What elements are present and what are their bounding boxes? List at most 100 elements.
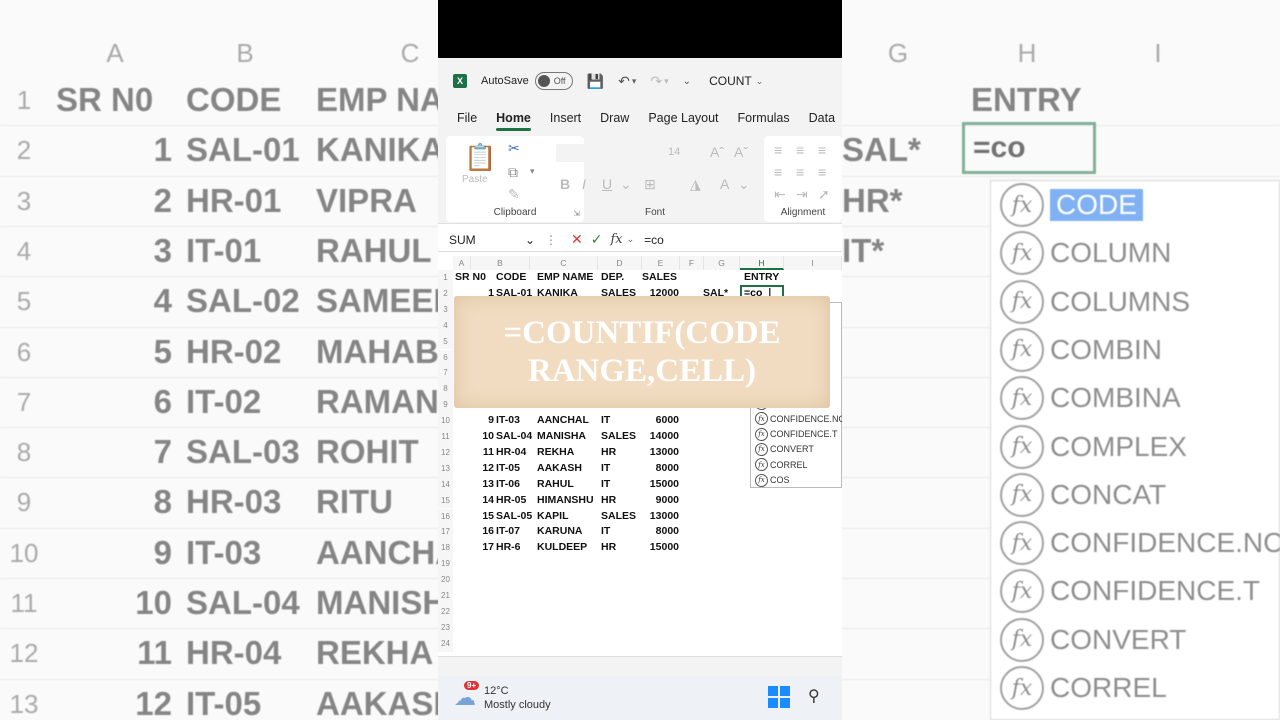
column-header-d[interactable]: D bbox=[598, 256, 642, 270]
italic-icon[interactable]: I bbox=[582, 176, 586, 192]
name-box-caret-icon[interactable]: ⌄ bbox=[525, 233, 535, 247]
cell-sales[interactable]: 15000 bbox=[638, 541, 679, 553]
undo-icon[interactable]: ↶ bbox=[618, 73, 630, 90]
cell-code[interactable]: IT-07 bbox=[496, 525, 520, 537]
cancel-icon[interactable]: ✕ bbox=[571, 231, 583, 248]
row-header-20[interactable]: 20 bbox=[438, 572, 453, 588]
row-header-7[interactable]: 7 bbox=[438, 365, 453, 382]
header-sales[interactable]: SALES bbox=[642, 271, 677, 283]
cell-sr[interactable]: 13 bbox=[474, 478, 494, 490]
formula-input[interactable]: =co bbox=[644, 233, 664, 247]
cell-sr[interactable]: 15 bbox=[474, 510, 494, 522]
copy-icon[interactable]: ⧉ bbox=[508, 164, 518, 181]
undo-caret-icon[interactable]: ▾ bbox=[632, 76, 637, 87]
borders-icon[interactable]: ⊞ bbox=[644, 176, 656, 193]
autosave-toggle[interactable]: Off bbox=[534, 72, 573, 90]
copy-caret-icon[interactable]: ▾ bbox=[530, 166, 535, 177]
tab-home[interactable]: Home bbox=[496, 111, 531, 131]
increase-indent-icon[interactable]: ⇥ bbox=[796, 186, 808, 203]
font-name-box[interactable] bbox=[556, 144, 660, 162]
column-header-g[interactable]: G bbox=[704, 256, 740, 270]
cell-code[interactable]: IT-05 bbox=[496, 462, 520, 474]
row-header-4[interactable]: 4 bbox=[438, 317, 453, 334]
cell-dep[interactable]: IT bbox=[601, 525, 610, 537]
row-header-19[interactable]: 19 bbox=[438, 556, 453, 573]
column-header-c[interactable]: C bbox=[530, 256, 598, 270]
cell-name[interactable]: KULDEEP bbox=[537, 541, 587, 553]
file-name[interactable]: COUNT bbox=[709, 74, 752, 88]
decrease-font-icon[interactable]: Aˇ bbox=[734, 144, 748, 160]
row-header-8[interactable]: 8 bbox=[438, 381, 453, 398]
cell-code[interactable]: SAL-05 bbox=[496, 510, 532, 522]
cell-dep[interactable]: IT bbox=[601, 414, 610, 426]
cell-name[interactable]: HIMANSHU bbox=[537, 494, 594, 506]
row-header-5[interactable]: 5 bbox=[438, 333, 453, 350]
decrease-indent-icon[interactable]: ⇤ bbox=[774, 186, 786, 203]
row-header-1[interactable]: 1 bbox=[438, 270, 453, 286]
redo-icon[interactable]: ↷ bbox=[650, 73, 662, 90]
cell-sr[interactable]: 16 bbox=[474, 525, 494, 537]
file-name-caret-icon[interactable]: ⌄ bbox=[756, 76, 764, 87]
row-header-17[interactable]: 17 bbox=[438, 524, 453, 541]
name-box[interactable]: SUM ⌄ bbox=[449, 233, 535, 247]
align-left-icon[interactable]: ≡ bbox=[774, 164, 782, 180]
header-code[interactable]: CODE bbox=[496, 271, 526, 283]
search-icon[interactable]: ⚲ bbox=[808, 686, 820, 706]
cell-dep[interactable]: IT bbox=[601, 462, 610, 474]
cell-dep[interactable]: HR bbox=[601, 446, 616, 458]
cell-sales[interactable]: 13000 bbox=[638, 446, 679, 458]
cell-sales[interactable]: 13000 bbox=[638, 510, 679, 522]
paste-icon[interactable]: 📋 bbox=[464, 142, 496, 173]
save-icon[interactable]: 💾 bbox=[587, 73, 604, 90]
enter-icon[interactable]: ✓ bbox=[591, 231, 603, 248]
cell-name[interactable]: AANCHAL bbox=[537, 414, 589, 426]
cell-sales[interactable]: 9000 bbox=[638, 494, 679, 506]
row-header-10[interactable]: 10 bbox=[438, 413, 453, 429]
row-header-13[interactable]: 13 bbox=[438, 460, 453, 477]
autocomplete-item[interactable]: fx CONFIDENCE.NO bbox=[755, 411, 842, 427]
cell-sr[interactable]: 17 bbox=[474, 541, 494, 553]
cell-code[interactable]: HR-6 bbox=[496, 541, 521, 553]
align-center-icon[interactable]: ≡ bbox=[796, 164, 804, 180]
increase-font-icon[interactable]: Aˆ bbox=[710, 144, 724, 160]
row-header-21[interactable]: 21 bbox=[438, 588, 453, 604]
row-header-9[interactable]: 9 bbox=[438, 397, 453, 414]
cell-sales[interactable]: 15000 bbox=[638, 478, 679, 490]
weather-widget[interactable]: ☁ 9+ bbox=[454, 681, 480, 711]
column-header-f[interactable]: F bbox=[680, 256, 704, 270]
cell-name[interactable]: MANISHA bbox=[537, 430, 586, 442]
row-header-22[interactable]: 22 bbox=[438, 603, 453, 620]
autocomplete-item[interactable]: fx CORREL bbox=[755, 457, 808, 473]
row-header-6[interactable]: 6 bbox=[438, 349, 453, 366]
cell-code[interactable]: HR-04 bbox=[496, 446, 526, 458]
tab-file[interactable]: File bbox=[457, 111, 477, 125]
font-color-icon[interactable]: A bbox=[720, 176, 729, 192]
underline-icon[interactable]: U bbox=[602, 176, 612, 192]
cell-dep[interactable]: HR bbox=[601, 494, 616, 506]
row-header-18[interactable]: 18 bbox=[438, 540, 453, 557]
row-header-15[interactable]: 15 bbox=[438, 492, 453, 509]
row-header-11[interactable]: 11 bbox=[438, 429, 453, 445]
column-header-e[interactable]: E bbox=[642, 256, 680, 270]
cell-sales[interactable]: 8000 bbox=[638, 462, 679, 474]
header-emp-name[interactable]: EMP NAME bbox=[537, 271, 593, 283]
row-header-3[interactable]: 3 bbox=[438, 301, 453, 318]
insert-function-icon[interactable]: fx bbox=[610, 232, 622, 247]
cell-dep[interactable]: HR bbox=[601, 541, 616, 553]
cell-sr[interactable]: 10 bbox=[474, 430, 494, 442]
autocomplete-item[interactable]: fx CONFIDENCE.T bbox=[755, 426, 838, 442]
cell-code[interactable]: HR-05 bbox=[496, 494, 526, 506]
cell-dep[interactable]: SALES bbox=[601, 430, 636, 442]
autocomplete-item[interactable]: fx COS bbox=[755, 472, 790, 488]
cell-code[interactable]: IT-06 bbox=[496, 478, 520, 490]
header-dep[interactable]: DEP. bbox=[601, 271, 624, 283]
cell-name[interactable]: KARUNA bbox=[537, 525, 583, 537]
windows-start-icon[interactable] bbox=[768, 686, 790, 708]
cell-code[interactable]: IT-03 bbox=[496, 414, 520, 426]
autocomplete-item[interactable]: fx CONVERT bbox=[755, 442, 814, 458]
column-header-i[interactable]: I bbox=[784, 256, 842, 270]
cell-sales[interactable]: 6000 bbox=[638, 414, 679, 426]
cut-icon[interactable]: ✂ bbox=[508, 140, 520, 157]
weather-text[interactable]: 12°C Mostly cloudy bbox=[484, 684, 551, 712]
row-header-16[interactable]: 16 bbox=[438, 508, 453, 525]
